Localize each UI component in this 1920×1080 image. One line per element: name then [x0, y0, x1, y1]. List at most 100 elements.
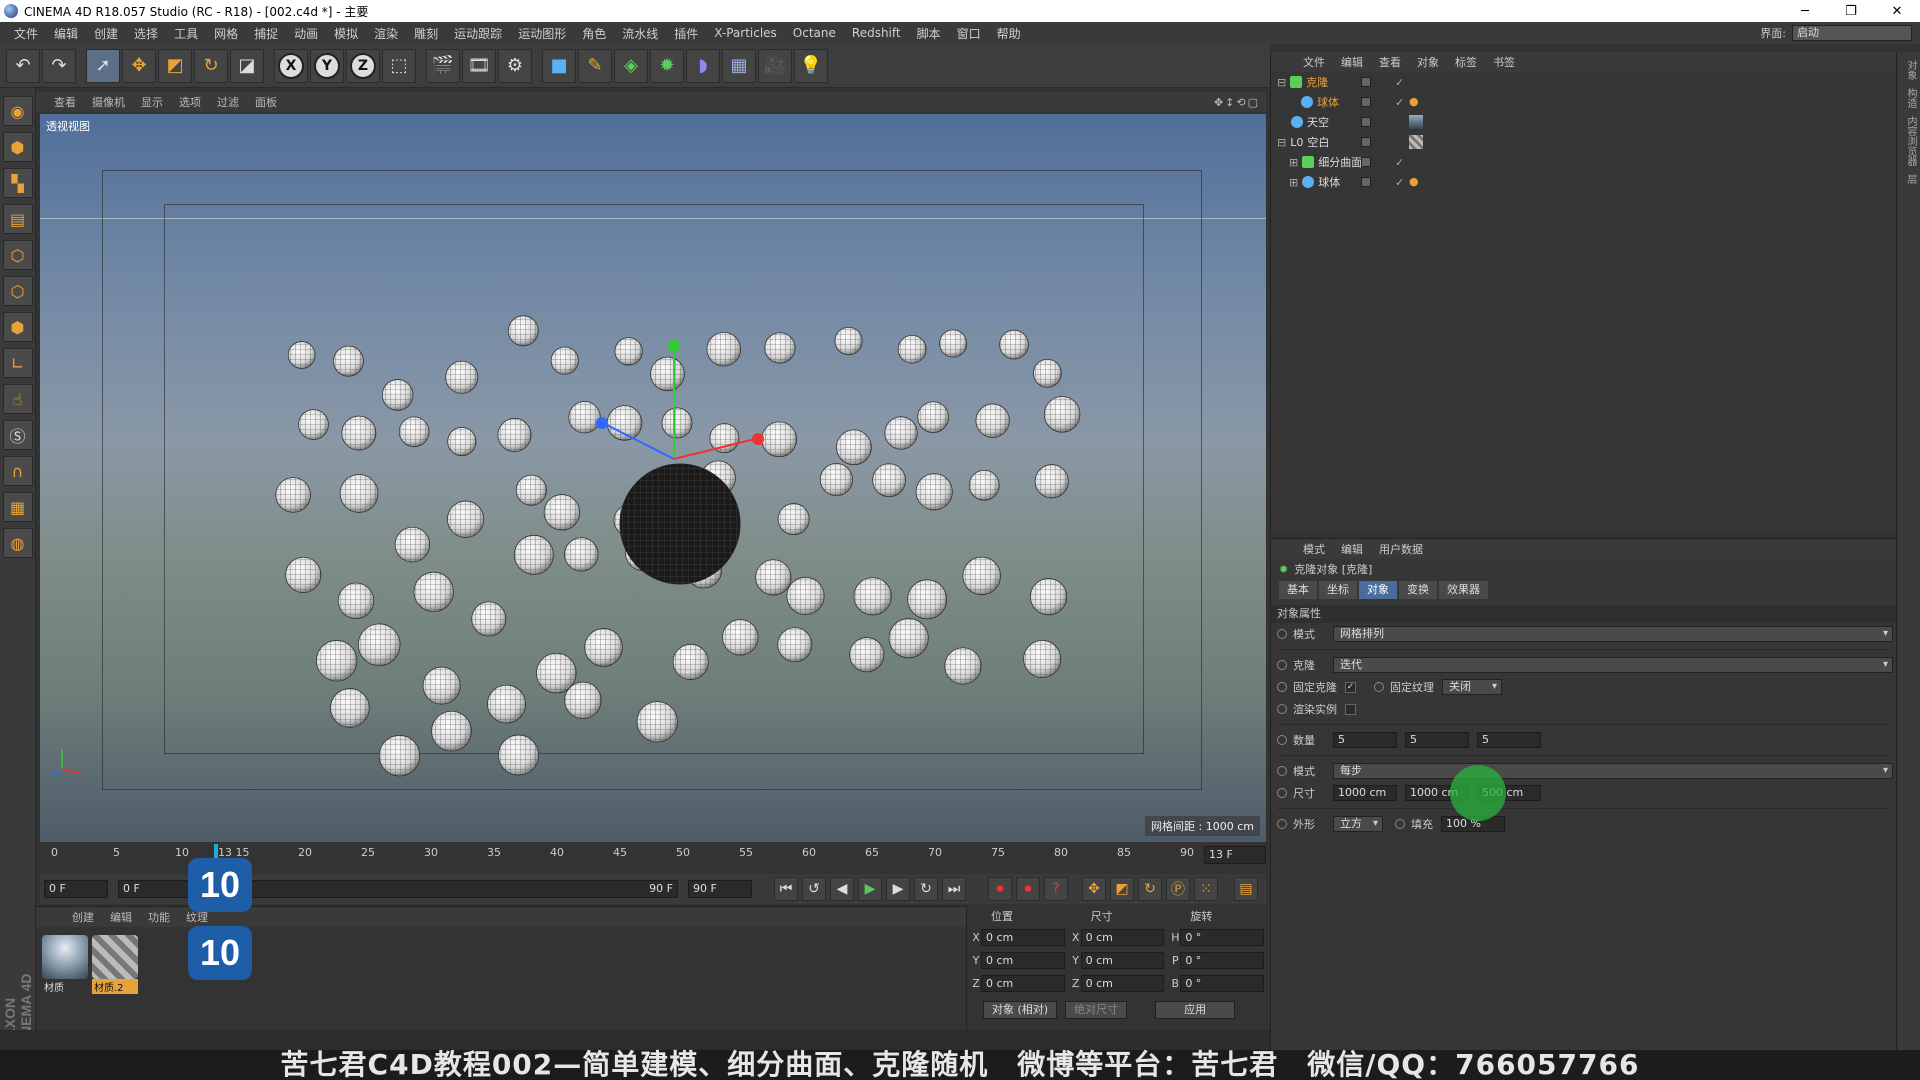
- expand-icon[interactable]: ⊞: [1289, 156, 1298, 169]
- goto-start-button[interactable]: ⏮: [774, 877, 798, 901]
- visibility-flag-icon[interactable]: [1361, 97, 1371, 107]
- minimize-button[interactable]: ─: [1782, 4, 1828, 19]
- animate-radio-icon[interactable]: [1277, 660, 1287, 670]
- position-z-field[interactable]: 0 cm: [980, 975, 1065, 992]
- make-editable-button[interactable]: ◉: [2, 96, 33, 126]
- tab-coord[interactable]: 坐标: [1319, 581, 1357, 599]
- menu-x-particles[interactable]: X-Particles: [706, 26, 785, 40]
- floor-button[interactable]: ▦: [722, 48, 756, 83]
- menu-character[interactable]: 角色: [574, 25, 614, 42]
- om-menu-edit[interactable]: 编辑: [1333, 54, 1371, 70]
- render-view-button[interactable]: 🎬: [426, 48, 460, 83]
- visibility-flag-icon[interactable]: [1361, 137, 1371, 147]
- animate-radio-icon[interactable]: [1395, 819, 1405, 829]
- menu-pipeline[interactable]: 流水线: [614, 25, 666, 42]
- viewport-menu-display[interactable]: 显示: [133, 94, 171, 110]
- menu-select[interactable]: 选择: [126, 25, 166, 42]
- goto-end-button[interactable]: ⏭: [942, 877, 966, 901]
- restore-button[interactable]: ❐: [1828, 4, 1874, 19]
- om-menu-view[interactable]: 查看: [1371, 54, 1409, 70]
- render-instance-checkbox[interactable]: [1345, 703, 1356, 715]
- material-menu-function[interactable]: 功能: [140, 909, 178, 925]
- cloner-button[interactable]: ✹: [650, 48, 684, 83]
- menu-render[interactable]: 渲染: [366, 25, 406, 42]
- material-swatch-selected[interactable]: 材质.2: [92, 935, 138, 994]
- menu-motion-tracking[interactable]: 运动跟踪: [446, 25, 510, 42]
- striped-material-tag-icon[interactable]: [1409, 135, 1423, 149]
- object-row-cloner[interactable]: ⊟ 克隆 ✓: [1271, 72, 1896, 92]
- side-tab-structure[interactable]: 构造: [1903, 88, 1918, 108]
- menu-octane[interactable]: Octane: [785, 26, 844, 40]
- menu-mograph[interactable]: 运动图形: [510, 25, 574, 42]
- size-x-field[interactable]: 0 cm: [1080, 929, 1165, 946]
- tab-basic[interactable]: 基本: [1279, 581, 1317, 599]
- gizmo-z-handle[interactable]: [596, 417, 608, 429]
- rotate-tool-button[interactable]: ↻: [194, 48, 228, 83]
- om-menu-tags[interactable]: 标签: [1447, 54, 1485, 70]
- scale-tool-button[interactable]: ◩: [158, 48, 192, 83]
- redo-button[interactable]: ↷: [42, 48, 76, 83]
- enabled-check-icon[interactable]: ✓: [1395, 76, 1404, 89]
- menu-tools[interactable]: 工具: [166, 25, 206, 42]
- move-tool-button[interactable]: ✥: [122, 48, 156, 83]
- next-key-button[interactable]: ↻: [914, 877, 938, 901]
- count-x-field[interactable]: 5: [1333, 732, 1397, 748]
- close-button[interactable]: ✕: [1874, 4, 1920, 19]
- menu-file[interactable]: 文件: [6, 25, 46, 42]
- enabled-check-icon[interactable]: ✓: [1395, 96, 1404, 109]
- edge-mode-button[interactable]: ⬡: [2, 276, 33, 306]
- rotation-p-field[interactable]: 0 °: [1180, 952, 1265, 969]
- spline-pen-button[interactable]: ✎: [578, 48, 612, 83]
- gizmo-x-handle[interactable]: [752, 433, 764, 445]
- x-axis-lock-button[interactable]: X: [274, 48, 308, 83]
- size-mode-dropdown[interactable]: 绝对尺寸: [1065, 1001, 1128, 1019]
- z-axis-lock-button[interactable]: Z: [346, 48, 380, 83]
- position-x-field[interactable]: 0 cm: [980, 929, 1065, 946]
- perspective-viewport[interactable]: 透视视图 网格间距 : 1000 cm: [40, 114, 1266, 842]
- material-swatch[interactable]: 材质: [42, 935, 88, 994]
- coordinate-system-button[interactable]: ⬚: [382, 48, 416, 83]
- tab-transform[interactable]: 变换: [1399, 581, 1437, 599]
- key-pla-button[interactable]: ⁙: [1194, 877, 1218, 901]
- om-menu-file[interactable]: 文件: [1295, 54, 1333, 70]
- recent-tool-button[interactable]: ◪: [230, 48, 264, 83]
- apply-button[interactable]: 应用: [1155, 1001, 1236, 1019]
- solo-button[interactable]: ◍: [2, 528, 33, 558]
- end-frame-field[interactable]: 90 F: [688, 880, 752, 898]
- deformer-button[interactable]: ◗: [686, 48, 720, 83]
- viewport-nav-icons[interactable]: ✥↕⟲▢: [1214, 96, 1266, 109]
- fix-texture-dropdown[interactable]: 关闭: [1442, 679, 1502, 695]
- size-z-field[interactable]: 0 cm: [1080, 975, 1165, 992]
- menu-mesh[interactable]: 网格: [206, 25, 246, 42]
- expand-icon[interactable]: ⊞: [1289, 176, 1298, 189]
- animate-radio-icon[interactable]: [1277, 682, 1287, 692]
- animate-radio-icon[interactable]: [1374, 682, 1384, 692]
- prev-key-button[interactable]: ↺: [802, 877, 826, 901]
- snap-button[interactable]: Ⓢ: [2, 420, 33, 450]
- key-scale-button[interactable]: ◩: [1110, 877, 1134, 901]
- material-tag-icon[interactable]: ●: [1409, 175, 1423, 189]
- next-frame-button[interactable]: ▶: [886, 877, 910, 901]
- menu-sculpt[interactable]: 雕刻: [406, 25, 446, 42]
- autokey-button[interactable]: ⏺: [1016, 877, 1040, 901]
- gizmo-y-handle[interactable]: [668, 340, 680, 352]
- current-frame-field[interactable]: 13 F: [1204, 846, 1266, 864]
- rotation-h-field[interactable]: 0 °: [1180, 929, 1265, 946]
- menu-edit[interactable]: 编辑: [46, 25, 86, 42]
- record-button[interactable]: ⏺: [988, 877, 1012, 901]
- animate-radio-icon[interactable]: [1277, 704, 1287, 714]
- om-menu-bookmarks[interactable]: 书签: [1485, 54, 1523, 70]
- animate-radio-icon[interactable]: [1277, 629, 1287, 639]
- sky-material-tag-icon[interactable]: [1409, 115, 1423, 129]
- undo-button[interactable]: ↶: [6, 48, 40, 83]
- clone-mode-dropdown[interactable]: 网格排列: [1333, 626, 1893, 642]
- side-tab-content-browser[interactable]: 内容浏览器: [1903, 116, 1918, 166]
- magnet-button[interactable]: ∩: [2, 456, 33, 486]
- size-x-field[interactable]: 1000 cm: [1333, 785, 1397, 801]
- object-row-sphere[interactable]: ⊞ 球体 ✓ ●: [1271, 172, 1896, 192]
- layout-select[interactable]: 启动: [1792, 25, 1912, 41]
- visibility-flag-icon[interactable]: [1361, 117, 1371, 127]
- play-button[interactable]: ▶: [858, 877, 882, 901]
- menu-animate[interactable]: 动画: [286, 25, 326, 42]
- tab-object[interactable]: 对象: [1359, 581, 1397, 599]
